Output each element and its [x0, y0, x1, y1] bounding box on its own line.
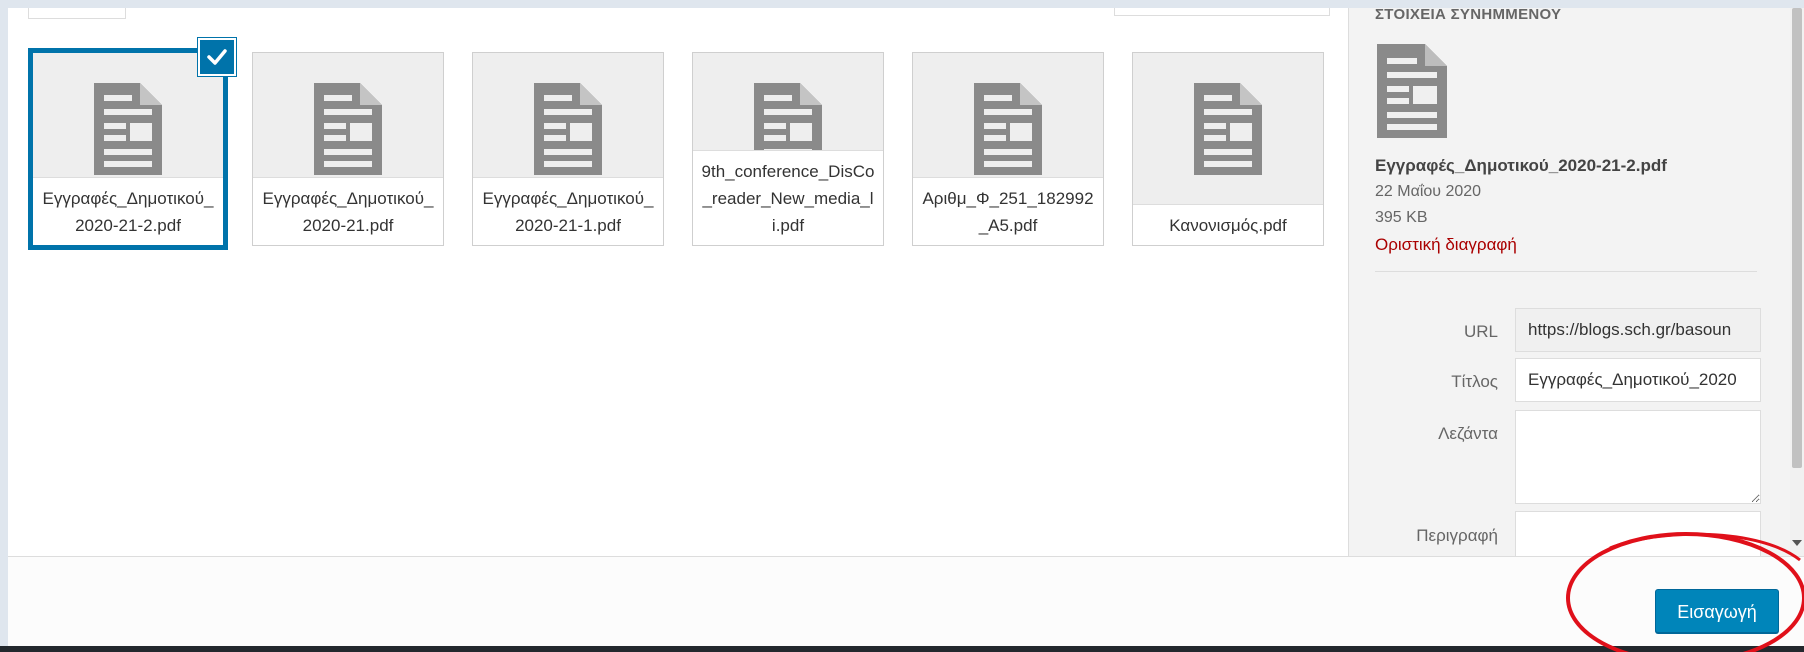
document-icon: [1375, 42, 1449, 145]
attachments-browser: Εγγραφές_Δημοτικού_2020-21-2.pdf Εγγραφές…: [8, 8, 1348, 556]
attachment-filename: Εγγραφές_Δημοτικού_2020-21.pdf: [253, 177, 443, 245]
caption-label: Λεζάντα: [1438, 424, 1498, 443]
description-label: Περιγραφή: [1416, 526, 1498, 545]
document-icon: [92, 81, 164, 182]
delete-permanently-link[interactable]: Οριστική διαγραφή: [1375, 235, 1517, 255]
details-heading: ΣΤΟΙΧΕΙΑ ΣΥΝΗΜΜΕΝΟΥ: [1375, 8, 1562, 23]
attachment-tile[interactable]: Εγγραφές_Δημοτικού_2020-21.pdf: [252, 52, 444, 246]
attachment-tile[interactable]: Εγγραφές_Δημοτικού_2020-21-1.pdf: [472, 52, 664, 246]
details-filename: Εγγραφές_Δημοτικού_2020-21-2.pdf: [1375, 156, 1667, 175]
title-label: Τίτλος: [1451, 372, 1498, 391]
scroll-down-arrow-icon[interactable]: [1792, 540, 1802, 546]
url-label: URL: [1463, 322, 1498, 341]
attachment-filename: 9th_conference_DisCo_reader_New_media_li…: [693, 150, 883, 245]
document-icon: [532, 81, 604, 182]
media-modal: Εγγραφές_Δημοτικού_2020-21-2.pdf Εγγραφές…: [8, 8, 1804, 652]
filter-select[interactable]: [28, 8, 126, 19]
document-icon: [1192, 81, 1264, 182]
details-size: 395 KB: [1375, 209, 1428, 226]
attachment-filename: Εγγραφές_Δημοτικού_2020-21-1.pdf: [473, 177, 663, 245]
search-input[interactable]: [1114, 8, 1330, 16]
title-field[interactable]: Εγγραφές_Δημοτικού_2020: [1515, 358, 1761, 402]
document-icon: [312, 81, 384, 182]
attachment-filename: Αριθμ_Φ_251_182992_Α5.pdf: [913, 177, 1103, 245]
url-field[interactable]: https://blogs.sch.gr/basoun: [1515, 308, 1761, 352]
attachment-tile[interactable]: Κανονισμός.pdf: [1132, 52, 1324, 246]
scrollbar-thumb[interactable]: [1792, 8, 1802, 468]
divider: [1375, 271, 1757, 272]
attachment-tile[interactable]: Αριθμ_Φ_251_182992_Α5.pdf: [912, 52, 1104, 246]
modal-toolbar: Εισαγωγή: [8, 556, 1804, 652]
caption-textarea[interactable]: [1515, 410, 1761, 504]
attachment-details-sidebar: ΣΤΟΙΧΕΙΑ ΣΥΝΗΜΜΕΝΟΥ Εγγραφές_Δημοτικού_2…: [1348, 8, 1804, 571]
selected-check-icon[interactable]: [198, 38, 236, 76]
insert-button[interactable]: Εισαγωγή: [1655, 589, 1779, 633]
attachment-filename: Κανονισμός.pdf: [1133, 204, 1323, 245]
details-date: 22 Μαΐου 2020: [1375, 183, 1482, 200]
attachment-tile[interactable]: 9th_conference_DisCo_reader_New_media_li…: [692, 52, 884, 246]
document-icon: [972, 81, 1044, 182]
attachment-filename: Εγγραφές_Δημοτικού_2020-21-2.pdf: [33, 177, 223, 245]
attachment-tile[interactable]: Εγγραφές_Δημοτικού_2020-21-2.pdf: [28, 48, 228, 250]
bottom-bar: [0, 646, 1804, 652]
